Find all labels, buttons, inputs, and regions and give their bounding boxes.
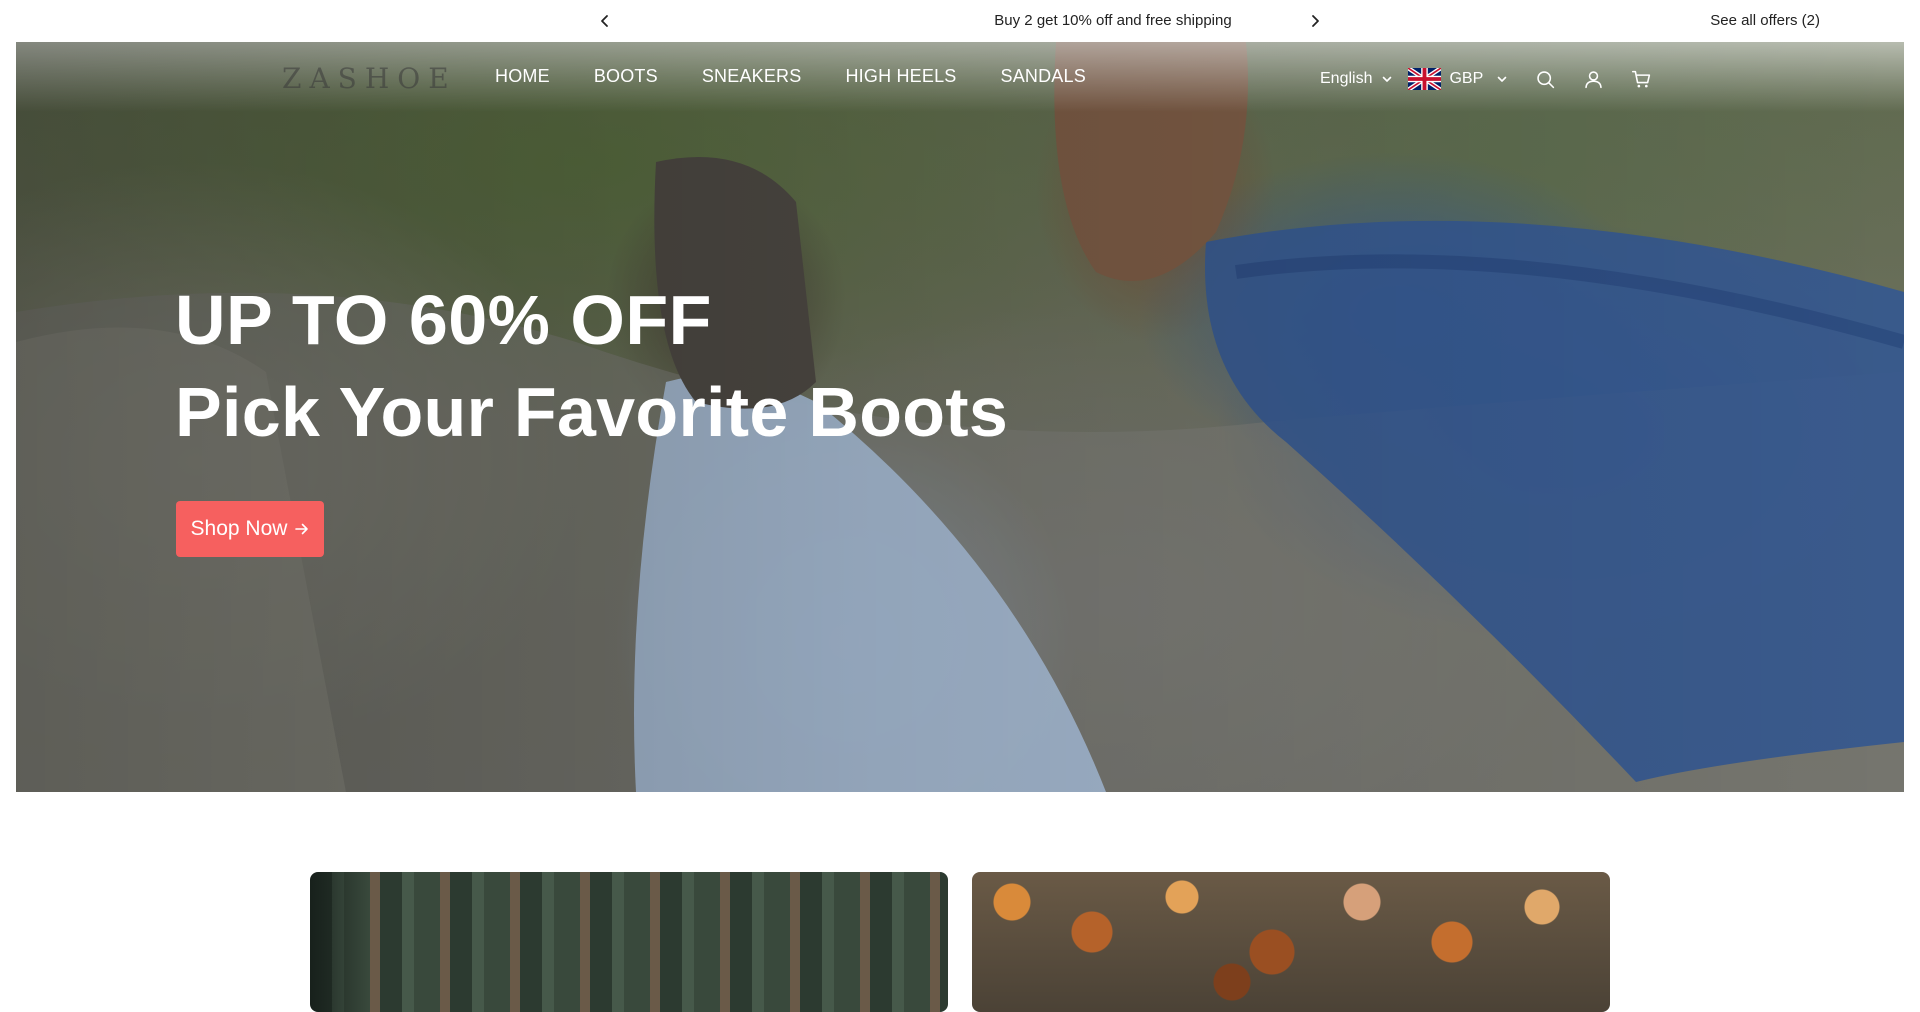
shop-now-label: Shop Now bbox=[190, 517, 288, 540]
account-button[interactable] bbox=[1581, 67, 1605, 91]
language-label: English bbox=[1320, 70, 1373, 87]
cart-icon bbox=[1631, 70, 1650, 87]
announcement-message-wrap: Buy 2 get 10% off and free shipping bbox=[0, 12, 1920, 29]
announcement-message: Buy 2 get 10% off and free shipping bbox=[994, 12, 1232, 29]
language-selector[interactable]: English bbox=[1320, 70, 1392, 88]
chevron-right-icon bbox=[1312, 15, 1319, 27]
uk-flag-icon bbox=[1408, 68, 1442, 90]
category-card-forest[interactable] bbox=[310, 872, 948, 1012]
currency-label: GBP bbox=[1449, 70, 1484, 87]
announcement-bar: Buy 2 get 10% off and free shipping See … bbox=[0, 0, 1920, 42]
cart-button[interactable] bbox=[1629, 67, 1653, 91]
user-icon bbox=[1585, 70, 1602, 88]
see-all-offers-link[interactable]: See all offers (2) bbox=[1710, 12, 1820, 29]
hero-subheadline: Pick Your Favorite Boots bbox=[175, 373, 1009, 451]
header-icons bbox=[1533, 67, 1653, 91]
hero-headline: UP TO 60% OFF bbox=[175, 281, 712, 359]
arrow-right-icon bbox=[295, 523, 309, 535]
main-nav: HOME BOOTS SNEAKERS HIGH HEELS SANDALS bbox=[495, 66, 1086, 87]
category-card-leaves[interactable] bbox=[972, 872, 1610, 1012]
currency-selector[interactable]: GBP bbox=[1408, 68, 1507, 90]
nav-sandals[interactable]: SANDALS bbox=[1001, 66, 1086, 87]
shop-now-button[interactable]: Shop Now bbox=[176, 501, 324, 557]
category-cards bbox=[310, 872, 1610, 1012]
header-utilities: English GBP bbox=[1320, 64, 1653, 94]
site-logo[interactable]: ZASHOE bbox=[282, 62, 457, 95]
nav-sneakers[interactable]: SNEAKERS bbox=[702, 66, 802, 87]
nav-boots[interactable]: BOOTS bbox=[594, 66, 658, 87]
search-icon bbox=[1537, 70, 1554, 88]
nav-home[interactable]: HOME bbox=[495, 66, 550, 87]
nav-high-heels[interactable]: HIGH HEELS bbox=[845, 66, 956, 87]
site-header: ZASHOE HOME BOOTS SNEAKERS HIGH HEELS SA… bbox=[0, 42, 1920, 112]
hero-text: UP TO 60% OFF Pick Your Favorite Boots bbox=[175, 285, 1008, 447]
announcement-prev-button[interactable] bbox=[595, 11, 615, 31]
chevron-down-icon bbox=[1497, 74, 1507, 84]
announcement-next-button[interactable] bbox=[1305, 11, 1325, 31]
search-button[interactable] bbox=[1533, 67, 1557, 91]
chevron-down-icon bbox=[1382, 74, 1392, 84]
chevron-left-icon bbox=[601, 15, 608, 27]
